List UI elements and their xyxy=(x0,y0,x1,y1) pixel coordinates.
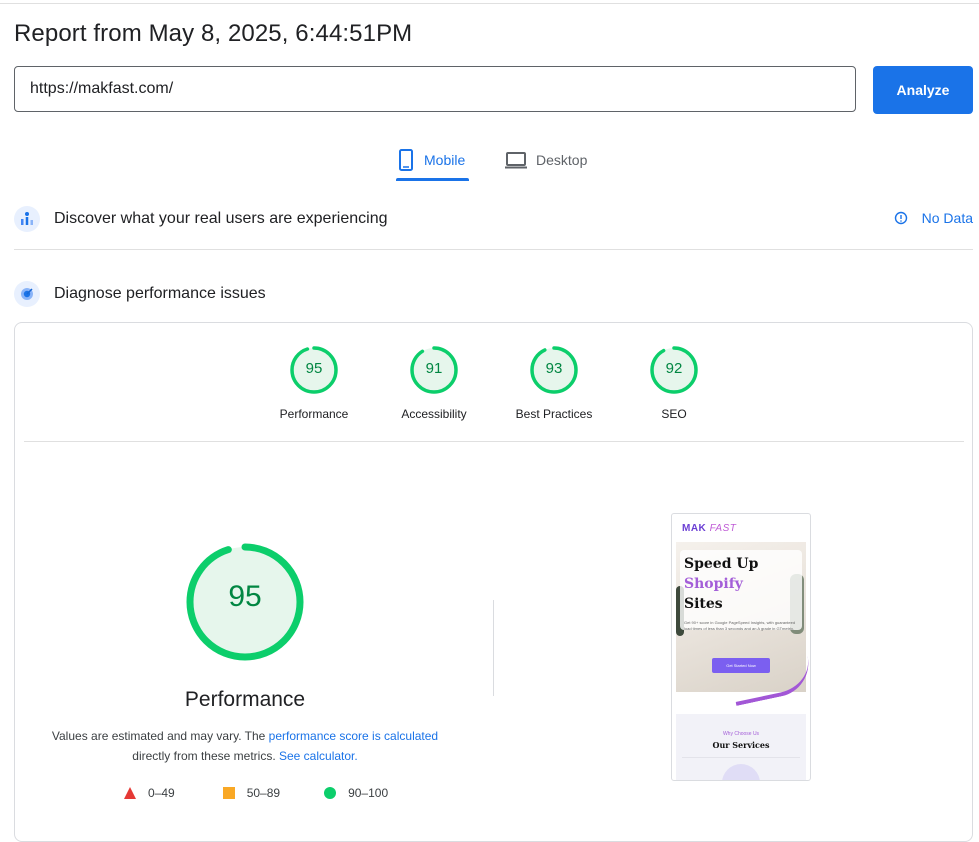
legend-average: 50–89 xyxy=(222,786,281,800)
active-tab-indicator xyxy=(396,178,469,181)
users-experience-icon xyxy=(14,206,40,232)
gauges-divider xyxy=(24,441,964,442)
smartphone-icon xyxy=(399,149,413,171)
page-screenshot-thumbnail[interactable]: MAK FAST Speed Up Shopify Sites Get 90+ … xyxy=(671,513,811,781)
analyze-button[interactable]: Analyze xyxy=(873,66,973,114)
gauge-accessibility[interactable]: 91 Accessibility xyxy=(374,346,494,421)
circle-icon xyxy=(324,787,337,799)
gauge-value: 92 xyxy=(665,360,683,377)
gauge-value: 91 xyxy=(425,360,443,377)
site-logo: MAK FAST xyxy=(682,523,736,534)
diagnose-heading: Diagnose performance issues xyxy=(54,285,266,302)
legend-fail: 0–49 xyxy=(124,786,175,800)
top-divider xyxy=(0,3,979,4)
tab-mobile-label: Mobile xyxy=(424,152,466,168)
gauge-value: 93 xyxy=(545,360,563,377)
services-kicker: Why Choose Us xyxy=(722,731,760,737)
score-legend: 0–49 50–89 90–100 xyxy=(124,786,422,800)
vertical-divider xyxy=(493,600,494,696)
headline-line: Speed Up xyxy=(684,556,759,572)
field-data-heading: Discover what your real users are experi… xyxy=(54,210,388,227)
logo-suffix: FAST xyxy=(709,523,737,534)
services-title: Our Services xyxy=(712,740,770,750)
report-title: Report from May 8, 2025, 6:44:51PM xyxy=(14,20,413,47)
legend-range: 50–89 xyxy=(246,786,281,800)
performance-title: Performance xyxy=(184,688,306,711)
performance-big-value: 95 xyxy=(228,580,262,613)
section-divider xyxy=(14,249,973,250)
legend-range: 0–49 xyxy=(148,786,175,800)
tab-desktop[interactable]: Desktop xyxy=(504,140,587,180)
logo-text: MAK xyxy=(682,523,707,534)
hero-body: Get 90+ score in Google PageSpeed Insigh… xyxy=(684,620,796,631)
gauge-performance[interactable]: 95 Performance xyxy=(254,346,374,421)
legend-pass: 90–100 xyxy=(324,786,388,800)
gauge-value: 95 xyxy=(305,360,323,377)
no-data-label: No Data xyxy=(921,210,973,226)
legend-range: 90–100 xyxy=(348,786,389,800)
gauge-label: Performance xyxy=(279,407,349,421)
tab-desktop-label: Desktop xyxy=(536,152,588,168)
note-text-2: directly from these metrics. xyxy=(132,749,276,763)
score-calculated-link[interactable]: performance score is calculated xyxy=(269,729,438,743)
gauge-label: Accessibility xyxy=(401,407,467,421)
field-data-section: Discover what your real users are experi… xyxy=(14,204,387,234)
device-tabs: Mobile Desktop xyxy=(0,140,979,182)
gauge-label: Best Practices xyxy=(515,407,593,421)
gauge-best-practices[interactable]: 93 Best Practices xyxy=(494,346,614,421)
score-gauges: 95 Performance 91 Accessibility 93 Best … xyxy=(0,346,979,426)
diagnose-section: Diagnose performance issues xyxy=(14,279,266,309)
tab-mobile[interactable]: Mobile xyxy=(396,140,465,180)
divider-line xyxy=(682,757,800,758)
gauge-label: SEO xyxy=(661,407,687,421)
square-icon xyxy=(222,787,235,799)
no-data-indicator[interactable]: No Data xyxy=(894,210,973,226)
see-calculator-link[interactable]: See calculator. xyxy=(279,749,358,763)
hero-headline: Speed Up Shopify Sites xyxy=(684,554,758,614)
note-text: Values are estimated and may vary. The xyxy=(51,729,269,743)
gauge-seo[interactable]: 92 SEO xyxy=(614,346,734,421)
diagnose-icon xyxy=(14,281,40,307)
headline-line: Shopify xyxy=(684,576,743,592)
headline-line: Sites xyxy=(684,596,723,612)
url-input[interactable]: https://makfast.com/ xyxy=(14,66,856,112)
info-icon xyxy=(894,211,907,225)
score-note: Values are estimated and may vary. The p… xyxy=(30,726,460,766)
laptop-icon xyxy=(505,152,527,169)
triangle-icon xyxy=(124,787,136,799)
